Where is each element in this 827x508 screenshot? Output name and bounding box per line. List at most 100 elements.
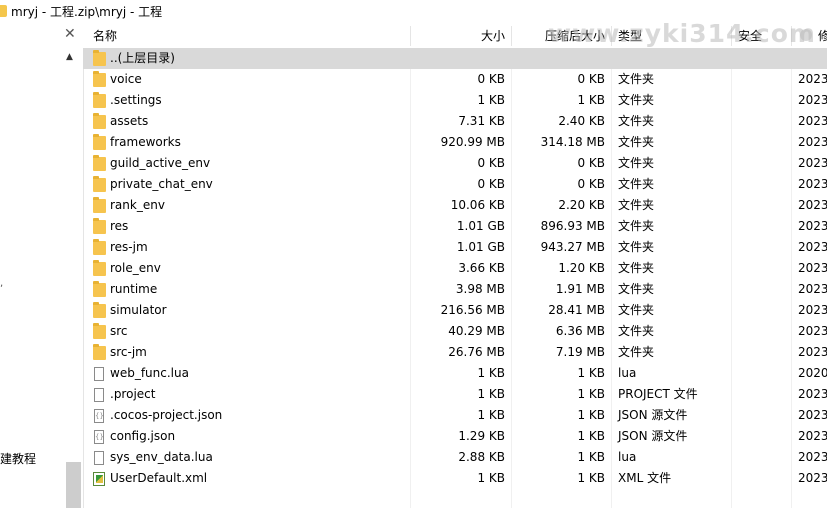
file-row[interactable]: role_env 3.66 KB 1.20 KB 文件夹 2023 [83,258,827,279]
file-compressed-size: 0 KB [577,177,605,191]
file-compressed-size: 896.93 MB [540,219,605,233]
column-divider[interactable] [511,26,512,46]
file-row[interactable]: UserDefault.xml 1 KB 1 KB XML 文件 2023 [83,468,827,489]
file-type: 文件夹 [618,114,655,128]
column-modified[interactable]: 修 [818,24,827,48]
file-size: 40.29 MB [448,324,505,338]
file-date: 2023 [798,471,827,485]
file-type: 文件夹 [618,240,655,254]
file-type: 文件夹 [618,303,655,317]
file-type: 文件夹 [618,345,655,359]
column-name[interactable]: 名称 [93,24,117,48]
file-size: 1 KB [477,387,505,401]
file-size: 10.06 KB [450,198,505,212]
file-size: 2.88 KB [458,450,505,464]
file-date: 2023 [798,429,827,443]
scroll-up-icon[interactable]: ▲ [66,52,73,62]
file-name: res-jm [110,240,148,254]
file-compressed-size: 7.19 MB [555,345,605,359]
file-row[interactable]: simulator 216.56 MB 28.41 MB 文件夹 2023 [83,300,827,321]
file-date: 2023 [798,324,827,338]
file-type: PROJECT 文件 [618,387,698,401]
file-date: 2023 [798,219,827,233]
file-row[interactable]: .settings 1 KB 1 KB 文件夹 2023 [83,90,827,111]
left-pane: ✕ ▲ , 建教程 [0,24,84,508]
file-type: lua [618,366,637,380]
file-compressed-size: 2.20 KB [558,198,605,212]
left-scrollbar-thumb[interactable] [66,462,81,508]
file-compressed-size: 1.91 MB [555,282,605,296]
folder-icon [93,155,106,171]
file-name: role_env [110,261,161,275]
file-type: lua [618,450,637,464]
file-row[interactable]: guild_active_env 0 KB 0 KB 文件夹 2023 [83,153,827,174]
column-compressed-size[interactable]: 压缩后大小 [513,24,605,48]
column-divider[interactable] [410,26,411,46]
file-date: 2023 [798,282,827,296]
file-row[interactable]: res 1.01 GB 896.93 MB 文件夹 2023 [83,216,827,237]
column-divider[interactable] [611,26,612,46]
folder-icon [93,281,106,297]
file-row[interactable]: rank_env 10.06 KB 2.20 KB 文件夹 2023 [83,195,827,216]
file-type: 文件夹 [618,135,655,149]
file-type: XML 文件 [618,471,672,485]
file-size: 26.76 MB [448,345,505,359]
file-row[interactable]: sys_env_data.lua 2.88 KB 1 KB lua 2023 [83,447,827,468]
file-row[interactable]: web_func.lua 1 KB 1 KB lua 2020 [83,363,827,384]
file-type: 文件夹 [618,156,655,170]
left-pane-item[interactable]: 建教程 [0,450,36,467]
file-compressed-size: 0 KB [577,72,605,86]
xml-file-icon [93,472,105,486]
file-row[interactable]: .cocos-project.json 1 KB 1 KB JSON 源文件 2023 [83,405,827,426]
file-row[interactable]: ..(上层目录) [83,48,827,69]
file-row[interactable]: voice 0 KB 0 KB 文件夹 2023 [83,69,827,90]
file-date: 2023 [798,72,827,86]
folder-icon [93,302,106,318]
file-row[interactable]: res-jm 1.01 GB 943.27 MB 文件夹 2023 [83,237,827,258]
file-size: 0 KB [477,72,505,86]
file-type: 文件夹 [618,261,655,275]
file-name: ..(上层目录) [110,51,175,65]
file-type: 文件夹 [618,324,655,338]
close-icon[interactable]: ✕ [64,27,76,41]
window-title: mryj - 工程.zip\mryj - 工程 [11,5,163,19]
file-row[interactable]: runtime 3.98 MB 1.91 MB 文件夹 2023 [83,279,827,300]
file-row[interactable]: src 40.29 MB 6.36 MB 文件夹 2023 [83,321,827,342]
column-divider[interactable] [731,26,732,46]
file-type: 文件夹 [618,93,655,107]
file-size: 0 KB [477,177,505,191]
file-date: 2020 [798,366,827,380]
file-compressed-size: 314.18 MB [540,135,605,149]
file-compressed-size: 1 KB [577,387,605,401]
file-row[interactable]: config.json 1.29 KB 1 KB JSON 源文件 2023 [83,426,827,447]
file-row[interactable]: assets 7.31 KB 2.40 KB 文件夹 2023 [83,111,827,132]
file-size: 3.66 KB [458,261,505,275]
column-security[interactable]: 安全 [738,24,762,48]
file-row[interactable]: private_chat_env 0 KB 0 KB 文件夹 2023 [83,174,827,195]
folder-icon [93,260,106,276]
file-size: 216.56 MB [440,303,505,317]
file-row[interactable]: src-jm 26.76 MB 7.19 MB 文件夹 2023 [83,342,827,363]
file-name: assets [110,114,149,128]
file-date: 2023 [798,450,827,464]
column-type[interactable]: 类型 [618,24,642,48]
file-size: 1 KB [477,93,505,107]
column-size[interactable]: 大小 [413,24,505,48]
column-divider[interactable] [791,26,792,46]
file-name: .project [110,387,156,401]
file-row[interactable]: frameworks 920.99 MB 314.18 MB 文件夹 2023 [83,132,827,153]
file-size: 1 KB [477,366,505,380]
left-pane-fragment: , [0,278,4,289]
json-file-icon [94,409,104,423]
file-compressed-size: 0 KB [577,156,605,170]
file-date: 2023 [798,93,827,107]
folder-icon [93,92,106,108]
folder-icon [93,50,106,66]
file-size: 920.99 MB [440,135,505,149]
file-name: runtime [110,282,158,296]
file-row[interactable]: .project 1 KB 1 KB PROJECT 文件 2023 [83,384,827,405]
file-compressed-size: 1 KB [577,408,605,422]
file-size: 1.29 KB [458,429,505,443]
file-name: src [110,324,128,338]
file-icon [94,388,104,402]
